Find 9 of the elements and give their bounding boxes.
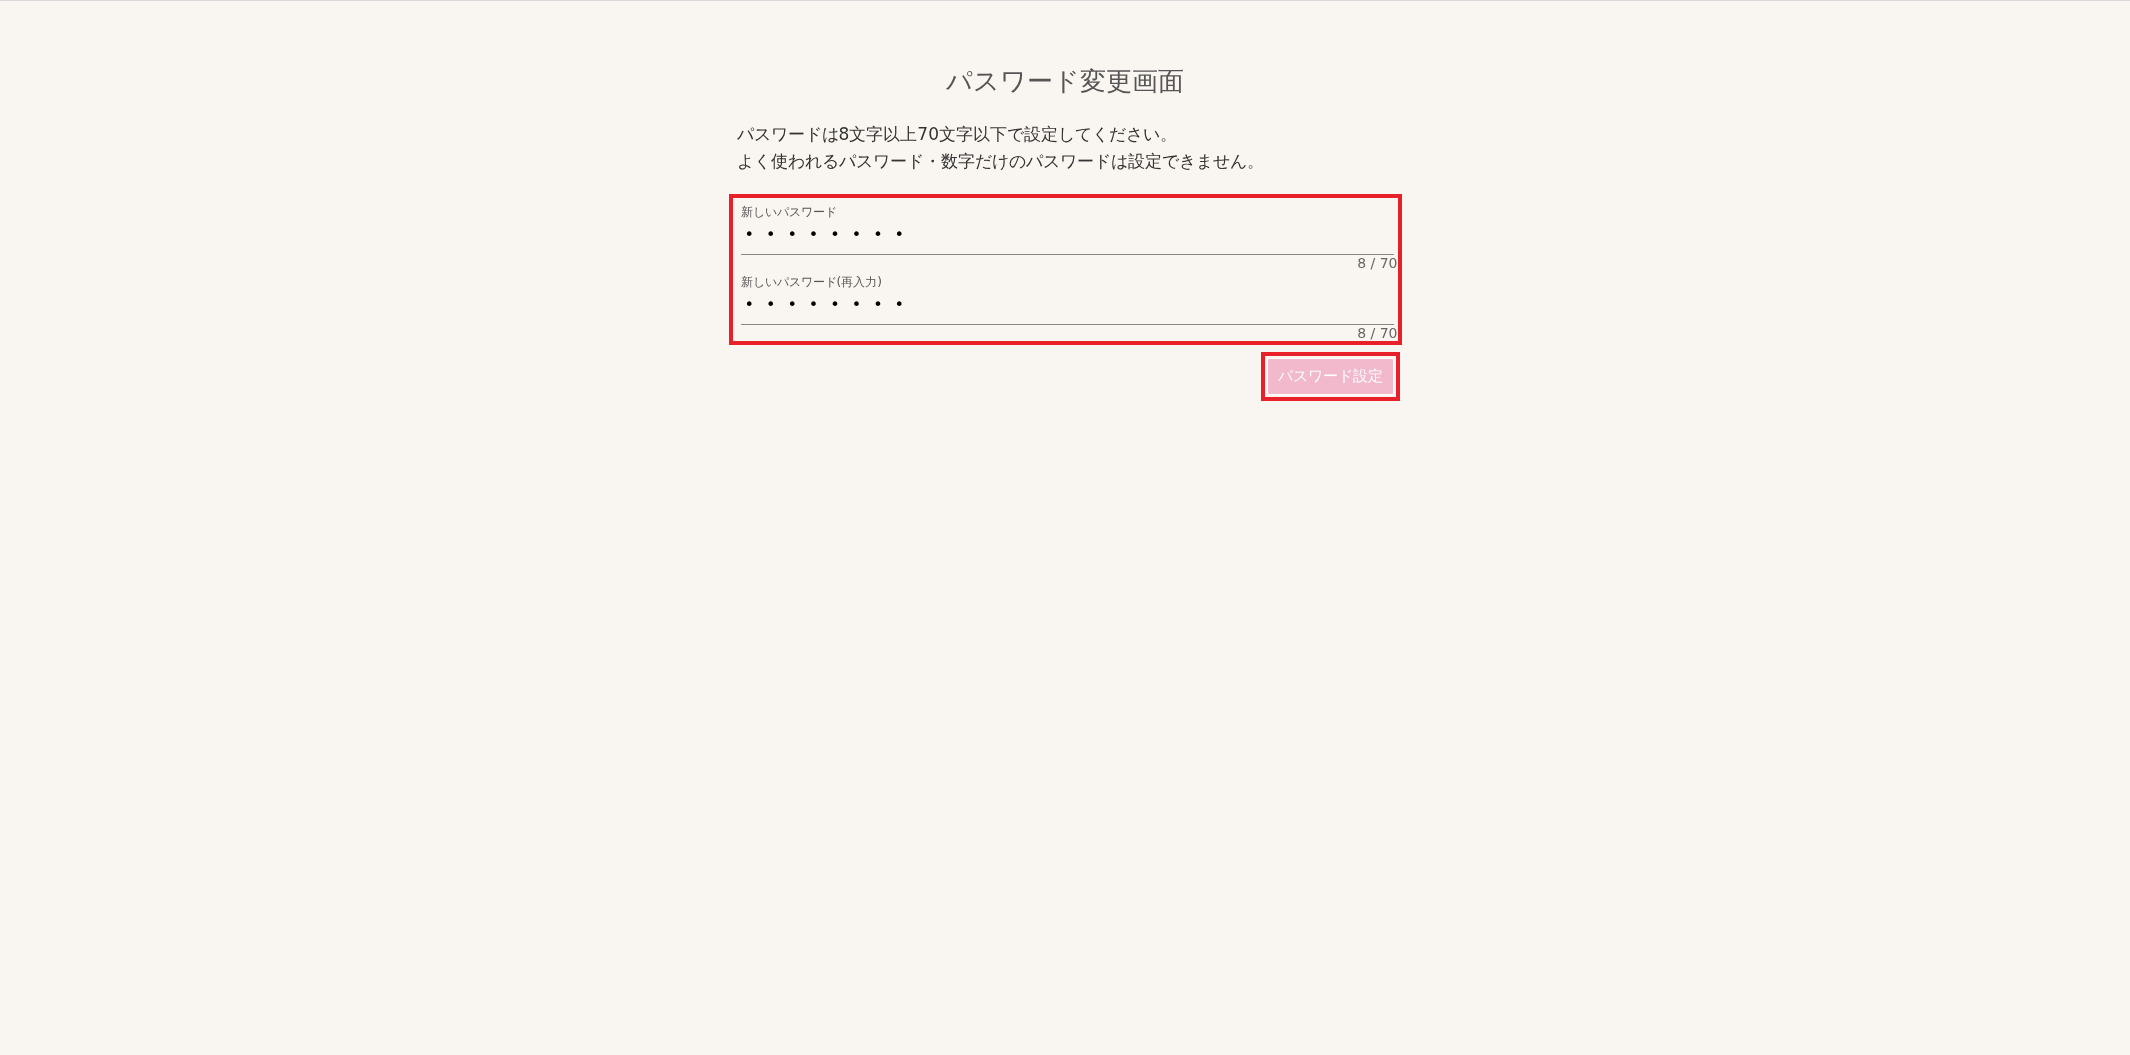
field-label: 新しいパスワード(再入力) [740,274,882,291]
field-label: 新しいパスワード [740,204,837,221]
instruction-text: よく使われるパスワード・数字だけのパスワードは設定できません。 [736,150,1265,173]
password-field[interactable]: •••••••• [740,291,1394,325]
page-title: パスワード変更画面 [945,65,1185,98]
password-field[interactable]: •••••••• [740,221,1394,255]
character-counter: 8 / 70 [1357,325,1398,341]
instruction-text: パスワードは8文字以上70文字以下で設定してください。 [736,123,1178,146]
character-counter: 8 / 70 [1357,255,1398,271]
